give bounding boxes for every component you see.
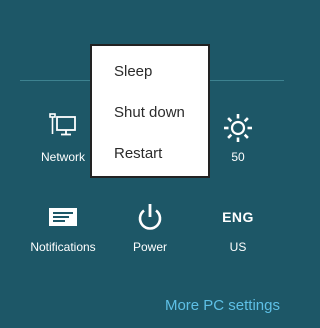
more-pc-settings-link[interactable]: More PC settings <box>165 297 280 314</box>
brightness-icon <box>222 112 254 144</box>
power-tile[interactable]: Power <box>110 202 190 272</box>
language-tile[interactable]: ENG US <box>198 202 278 272</box>
notifications-icon <box>47 202 79 232</box>
menu-item-restart[interactable]: Restart <box>92 140 208 181</box>
language-code: ENG <box>222 209 254 225</box>
language-label: US <box>229 240 247 254</box>
power-label: Power <box>132 240 167 254</box>
settings-charm-panel: Network 50 Notifications Power ENG US Sl… <box>0 0 320 328</box>
menu-item-shut-down[interactable]: Shut down <box>92 99 208 140</box>
notifications-tile[interactable]: Notifications <box>23 202 103 272</box>
language-icon: ENG <box>222 202 254 232</box>
power-icon <box>134 202 166 234</box>
power-menu: Sleep Shut down Restart <box>90 44 210 178</box>
brightness-label: 50 <box>231 150 245 164</box>
menu-item-sleep[interactable]: Sleep <box>92 58 208 99</box>
notifications-label: Notifications <box>30 240 96 254</box>
brightness-tile[interactable]: 50 <box>198 112 278 182</box>
network-icon <box>47 112 79 142</box>
